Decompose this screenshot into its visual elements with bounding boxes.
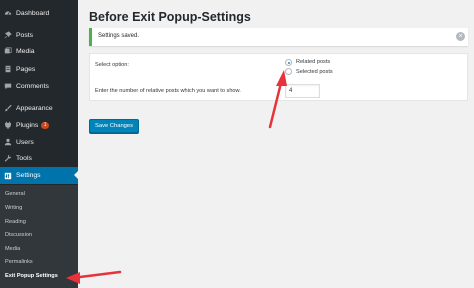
sidebar-item-media[interactable]: Media bbox=[0, 43, 78, 59]
notice-message: Settings saved. bbox=[98, 33, 140, 39]
select-option-label: Select option: bbox=[95, 62, 129, 68]
radio-selected-posts-label[interactable]: Selected posts bbox=[296, 69, 333, 75]
settings-submenu: General Writing Reading Discussion Media… bbox=[0, 185, 78, 288]
submenu-item-writing[interactable]: Writing bbox=[5, 205, 22, 211]
dismiss-notice-button[interactable]: × bbox=[456, 32, 465, 41]
radio-related-posts[interactable] bbox=[285, 59, 292, 66]
radio-selected-posts[interactable] bbox=[285, 68, 292, 75]
submenu-item-general[interactable]: General bbox=[5, 191, 25, 197]
sidebar-item-pages[interactable]: Pages bbox=[0, 61, 78, 77]
sidebar-item-dashboard[interactable]: Dashboard bbox=[0, 5, 78, 21]
sidebar-item-settings[interactable]: Settings bbox=[0, 167, 78, 184]
settings-saved-notice: Settings saved. × bbox=[89, 28, 468, 46]
comments-icon bbox=[0, 82, 16, 90]
sidebar-item-label: Settings bbox=[16, 172, 41, 179]
post-count-input[interactable]: 4 bbox=[285, 84, 320, 98]
sidebar-item-users[interactable]: Users bbox=[0, 134, 78, 150]
admin-sidebar: Dashboard Posts Media Pages Comments App… bbox=[0, 0, 78, 288]
sidebar-item-appearance[interactable]: Appearance bbox=[0, 100, 78, 116]
sidebar-item-label: Pages bbox=[16, 65, 36, 73]
radio-related-posts-label[interactable]: Related posts bbox=[296, 59, 330, 65]
submenu-item-exit-popup-settings[interactable]: Exit Popup Settings bbox=[5, 273, 58, 279]
submenu-item-media[interactable]: Media bbox=[5, 246, 20, 252]
sidebar-item-label: Tools bbox=[16, 154, 32, 162]
submenu-item-permalinks[interactable]: Permalinks bbox=[5, 259, 33, 265]
close-icon: × bbox=[458, 33, 463, 40]
plugins-icon bbox=[0, 121, 16, 129]
settings-form-panel: Select option: Related posts Selected po… bbox=[89, 53, 468, 101]
submenu-item-reading[interactable]: Reading bbox=[5, 219, 26, 225]
sidebar-item-tools[interactable]: Tools bbox=[0, 150, 78, 166]
sidebar-item-label: Plugins bbox=[16, 121, 39, 129]
media-icon bbox=[0, 47, 16, 55]
settings-icon bbox=[0, 172, 16, 180]
post-count-label: Enter the number of relative posts which… bbox=[95, 88, 241, 94]
users-icon bbox=[0, 138, 16, 146]
paintbrush-icon bbox=[0, 104, 16, 112]
wrench-icon bbox=[0, 154, 16, 162]
sidebar-item-label: Dashboard bbox=[16, 9, 50, 17]
sidebar-item-label: Posts bbox=[16, 31, 33, 39]
update-count-badge: 1 bbox=[41, 121, 50, 129]
sidebar-item-label: Media bbox=[16, 47, 35, 55]
sidebar-item-label: Appearance bbox=[16, 104, 53, 112]
save-changes-button[interactable]: Save Changes bbox=[89, 119, 139, 133]
sidebar-item-label: Users bbox=[16, 138, 34, 146]
sidebar-item-posts[interactable]: Posts bbox=[0, 27, 78, 43]
sidebar-item-label: Comments bbox=[16, 82, 49, 90]
dashboard-icon bbox=[0, 9, 16, 17]
pages-icon bbox=[0, 65, 16, 73]
submenu-item-discussion[interactable]: Discussion bbox=[5, 232, 32, 238]
page-title: Before Exit Popup-Settings bbox=[89, 10, 251, 24]
sidebar-item-plugins[interactable]: Plugins 1 bbox=[0, 117, 78, 133]
pin-icon bbox=[0, 31, 16, 39]
sidebar-item-comments[interactable]: Comments bbox=[0, 78, 78, 94]
